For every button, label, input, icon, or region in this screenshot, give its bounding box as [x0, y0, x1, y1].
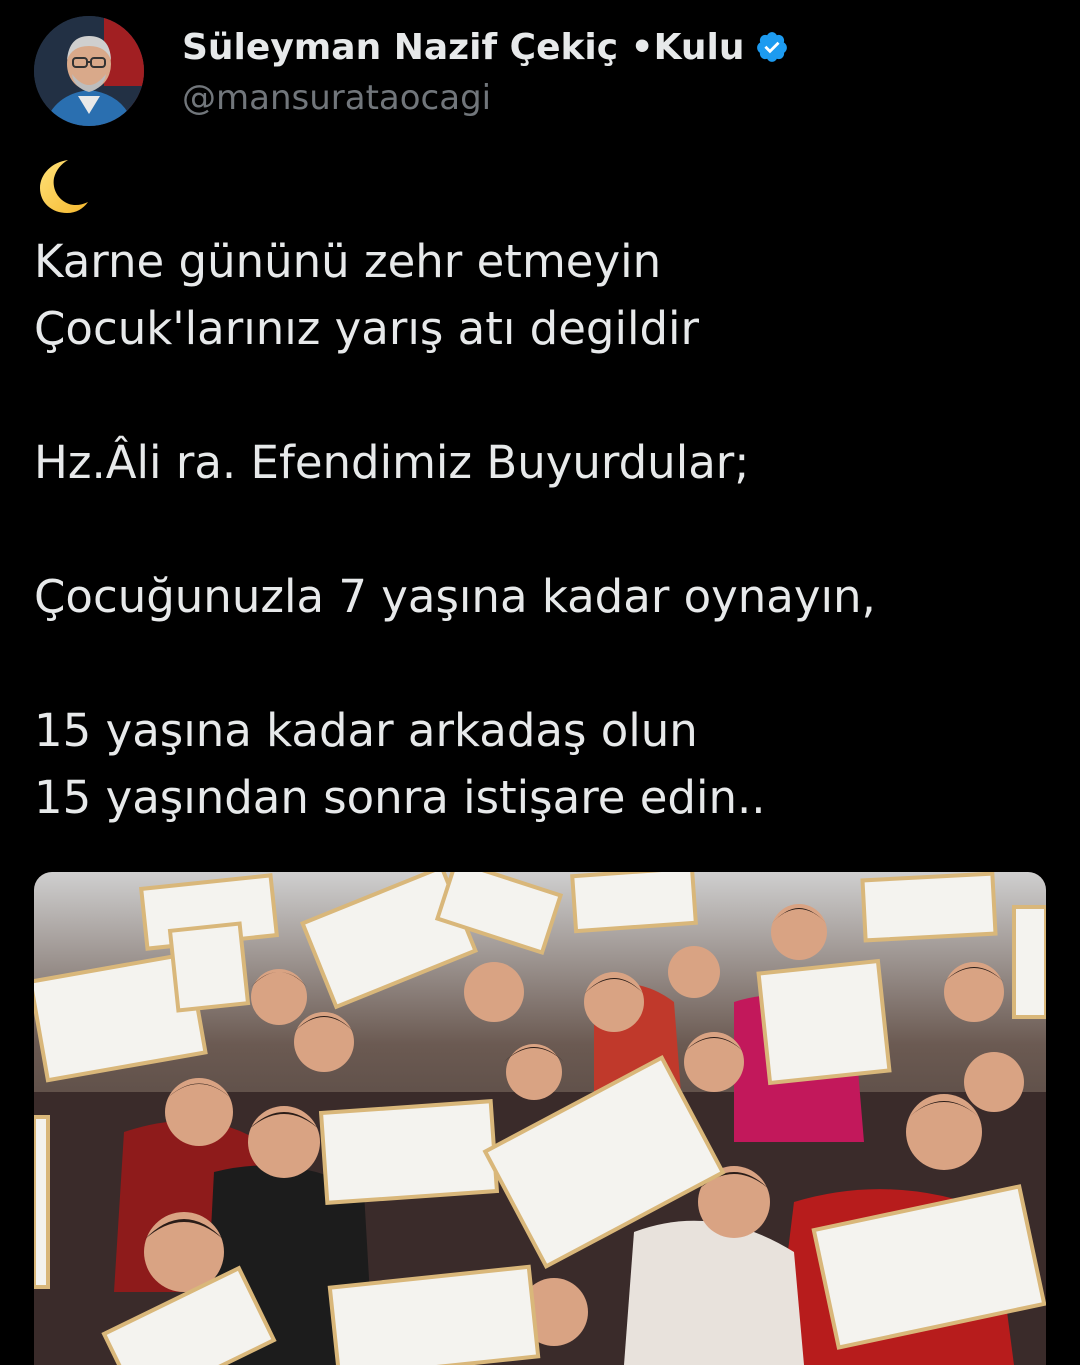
tweet-text: Karne gününü zehr etmeyin Çocuk'larınız …	[34, 150, 1044, 831]
tweet-line-5	[34, 496, 1044, 563]
photo-children-report-cards	[34, 872, 1046, 1365]
tweet-header: Süleyman Nazif Çekiç •Kulu @mansurataoca…	[34, 16, 1034, 128]
avatar[interactable]	[34, 16, 144, 126]
tweet-line-4: Hz.Âli ra. Efendimiz Buyurdular;	[34, 436, 750, 489]
tweet: Süleyman Nazif Çekiç •Kulu @mansurataoca…	[0, 0, 1080, 1365]
tweet-line-3	[34, 362, 1044, 429]
emoji-line	[34, 150, 1044, 228]
handle[interactable]: @mansurataocagi	[182, 78, 1002, 118]
verified-badge-icon	[756, 32, 787, 62]
tweet-line-9: 15 yaşından sonra istişare edin..	[34, 771, 766, 824]
avatar-image	[34, 16, 144, 126]
tweet-line-2: Çocuk'larınız yarış atı degildir	[34, 302, 700, 355]
tweet-line-1: Karne gününü zehr etmeyin	[34, 235, 662, 288]
tweet-line-6: Çocuğunuzla 7 yaşına kadar oynayın,	[34, 570, 876, 623]
name-row: Süleyman Nazif Çekiç •Kulu	[182, 22, 1002, 72]
display-name[interactable]: Süleyman Nazif Çekiç •Kulu	[182, 27, 745, 68]
tweet-line-8: 15 yaşına kadar arkadaş olun	[34, 704, 698, 757]
crescent-moon-icon	[40, 160, 88, 213]
tweet-photo[interactable]	[34, 872, 1046, 1365]
author-info[interactable]: Süleyman Nazif Çekiç •Kulu @mansurataoca…	[182, 22, 1002, 118]
tweet-line-7	[34, 630, 1044, 697]
